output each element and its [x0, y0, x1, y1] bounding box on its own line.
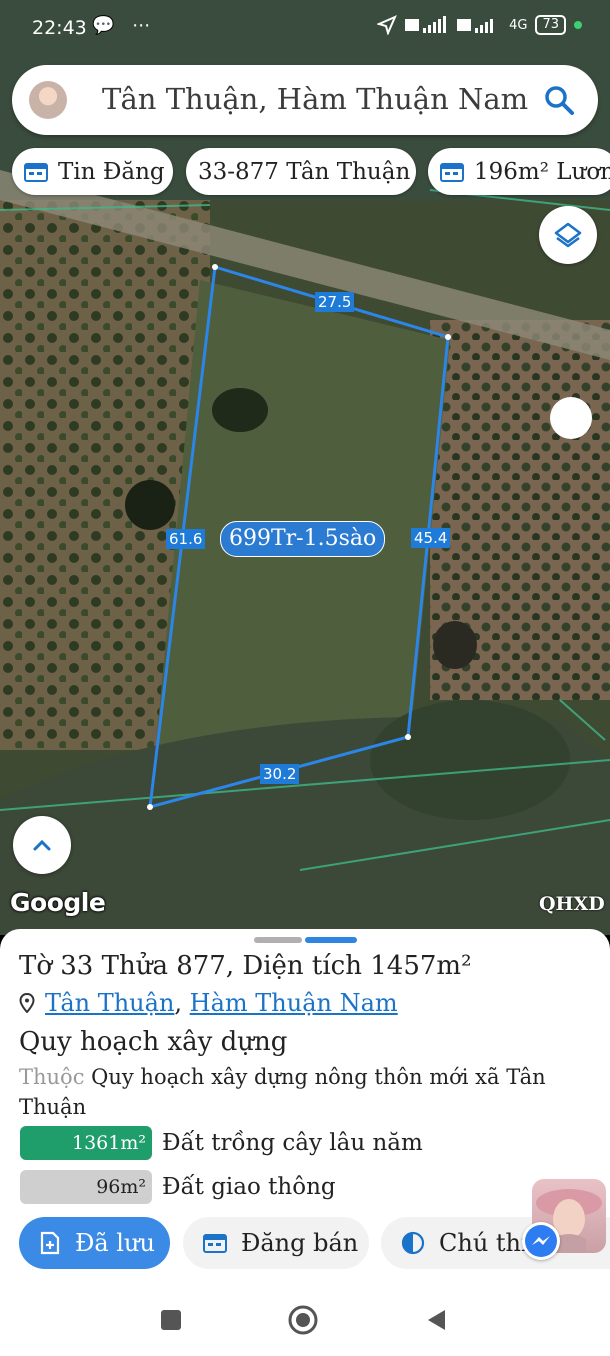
map-view[interactable]: 27.5 61.6 45.4 30.2 699Tr-1.5sào Google … [0, 0, 610, 935]
post-sale-button[interactable]: Đăng bán [183, 1217, 369, 1269]
add-document-icon [40, 1231, 60, 1255]
messenger-logo [525, 1225, 557, 1257]
location-separator: , [174, 989, 190, 1017]
parcel-title: Tờ 33 Thửa 877, Diện tích 1457m² [19, 951, 472, 981]
clock: 22:43 [32, 17, 87, 39]
calendar-icon [203, 1234, 227, 1253]
system-navigation-bar [0, 1289, 610, 1356]
action-buttons: Đã lưu Đăng bán Chú thí [0, 1217, 610, 1269]
sheet-handle-active[interactable] [305, 937, 357, 943]
layers-button[interactable] [539, 206, 597, 264]
calendar-icon [440, 162, 464, 182]
chip-parcel[interactable]: 33-877 Tân Thuận [186, 148, 416, 195]
sheet-handle[interactable] [254, 937, 302, 943]
chevron-up-icon [33, 839, 51, 851]
qhxd-label[interactable]: QHXD [539, 893, 605, 915]
location-pin-icon [19, 993, 35, 1013]
saved-button[interactable]: Đã lưu [19, 1217, 170, 1269]
avatar[interactable] [29, 81, 67, 119]
saved-label: Đã lưu [75, 1229, 155, 1257]
parcel-info-sheet: Tờ 33 Thửa 877, Diện tích 1457m² Tân Thu… [0, 929, 610, 1289]
layers-icon [554, 222, 582, 248]
dot-icon [574, 21, 582, 29]
belongs-prefix: Thuộc [19, 1065, 85, 1089]
land-use-row[interactable]: 96m² Đất giao thông [20, 1170, 336, 1204]
legend-label: Chú thí [439, 1229, 529, 1257]
land-use-area: 96m² [20, 1170, 152, 1204]
edge-length-label: 45.4 [411, 528, 451, 548]
chip-label: 196m² Lươn [474, 158, 610, 185]
contrast-icon [401, 1231, 425, 1255]
section-title: Quy hoạch xây dựng [19, 1027, 288, 1057]
status-icons: 4G 73 [377, 15, 582, 35]
chip-tin-dang[interactable]: Tin Đăng [12, 148, 173, 195]
signal-icon [457, 19, 494, 33]
search-query[interactable]: Tân Thuận, Hàm Thuận Nam [102, 82, 528, 116]
price-label[interactable]: 699Tr-1.5sào [220, 521, 386, 557]
calendar-icon [24, 162, 48, 182]
expand-button[interactable] [13, 816, 71, 874]
parcel-location: Tân Thuận, Hàm Thuận Nam [19, 989, 398, 1017]
battery-indicator: 73 [535, 15, 566, 35]
edge-length-label: 30.2 [260, 764, 300, 784]
district-link[interactable]: Hàm Thuận Nam [190, 989, 398, 1017]
notification-icons: 💬 ⋯ [92, 15, 157, 36]
recents-icon[interactable] [160, 1309, 182, 1331]
messenger-icon[interactable] [522, 1222, 560, 1260]
google-watermark: Google [10, 888, 106, 917]
network-type: 4G [509, 17, 528, 33]
edge-length-label: 61.6 [166, 529, 206, 549]
land-use-row[interactable]: 1361m² Đất trồng cây lâu năm [20, 1126, 423, 1160]
signal-icon [405, 16, 447, 33]
search-icon[interactable] [542, 83, 576, 117]
edge-length-label: 27.5 [315, 292, 355, 312]
post-sale-label: Đăng bán [241, 1229, 359, 1257]
location-arrow-icon [377, 15, 398, 35]
belongs-text: Quy hoạch xây dựng nông thôn mới xã Tân … [19, 1065, 546, 1119]
satellite-imagery [0, 0, 610, 935]
map-marker[interactable] [550, 397, 592, 439]
chip-label: 33-877 Tân Thuận [198, 158, 411, 185]
planning-description: Thuộc Quy hoạch xây dựng nông thôn mới x… [19, 1062, 579, 1122]
home-icon[interactable] [287, 1304, 319, 1336]
land-use-name: Đất giao thông [162, 1174, 336, 1200]
filter-chips: Tin Đăng 33-877 Tân Thuận 196m² Lươn [0, 148, 610, 196]
status-bar: 22:43 💬 ⋯ 4G 73 [0, 0, 610, 58]
land-use-name: Đất trồng cây lâu năm [162, 1130, 423, 1156]
chip-area[interactable]: 196m² Lươn [428, 148, 610, 195]
land-use-area: 1361m² [20, 1126, 152, 1160]
search-bar[interactable]: Tân Thuận, Hàm Thuận Nam [12, 65, 598, 135]
chip-label: Tin Đăng [58, 158, 165, 185]
ward-link[interactable]: Tân Thuận [45, 989, 174, 1017]
back-icon[interactable] [425, 1308, 447, 1332]
